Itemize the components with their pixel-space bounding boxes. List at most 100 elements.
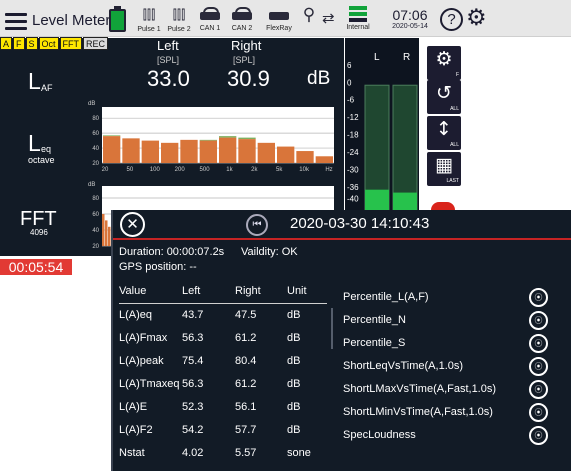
- gps-icon[interactable]: ⚲: [300, 5, 318, 33]
- result-dialog: ✕ ⏮ 2020-03-30 14:10:43 Duration: 00:00:…: [111, 210, 571, 471]
- range-all-button[interactable]: ↕ ALL: [427, 116, 461, 150]
- flexray-label: FlexRay: [266, 25, 292, 32]
- open-chart-icon[interactable]: ⦿: [529, 426, 548, 445]
- list-item[interactable]: Percentile_N ⦿: [343, 309, 553, 332]
- list-item[interactable]: Percentile_S ⦿: [343, 332, 553, 355]
- laf-left-value: 33.0: [147, 66, 190, 91]
- can1-indicator[interactable]: CAN 1: [196, 6, 224, 33]
- last-result-sub: LAST: [446, 178, 459, 184]
- storage-indicator[interactable]: Internal: [343, 6, 373, 31]
- y-axis-label: dB: [88, 182, 95, 188]
- menu-icon[interactable]: [5, 13, 27, 30]
- right-header: Right: [231, 38, 262, 53]
- list-item[interactable]: Percentile_L(A,F) ⦿: [343, 286, 553, 309]
- gear-icon: ⚙: [435, 48, 453, 70]
- close-button[interactable]: ✕: [120, 212, 145, 237]
- y-tick-label: 20: [92, 244, 99, 250]
- recording-timer: 00:05:54: [0, 259, 72, 275]
- clock: 07:06 2020-05-14: [387, 7, 433, 30]
- pulse-icon: ⫿⫿⫿: [172, 8, 186, 23]
- rewind-button[interactable]: ⏮: [246, 214, 268, 236]
- pulse2-indicator[interactable]: ⫿⫿⫿ Pulse 2: [164, 6, 194, 34]
- meter-tick-label: -40: [347, 194, 359, 203]
- last-result-button[interactable]: ▦ LAST: [427, 152, 461, 186]
- table-row: L(A)E 52.3 56.1 dB: [119, 395, 327, 418]
- can1-label: CAN 1: [199, 25, 221, 32]
- reset-icon: ↺: [436, 82, 452, 104]
- meter-tick-label: 0: [347, 78, 352, 87]
- left-unit: [SPL]: [157, 55, 180, 65]
- list-item-label: Percentile_L(A,F): [343, 291, 429, 303]
- bar-left: [161, 142, 179, 163]
- x-tick-label: 2k: [251, 167, 258, 173]
- y-tick-label: 20: [92, 161, 99, 167]
- table-row: L(A)Fmax 56.3 61.2 dB: [119, 326, 327, 349]
- meter-tick-label: 6: [347, 61, 352, 70]
- laf-unit: dB: [307, 68, 331, 89]
- leq-label: L: [28, 130, 41, 156]
- help-button[interactable]: ?: [440, 8, 463, 31]
- x-tick-label: Hz: [325, 167, 332, 173]
- cell-unit: dB: [287, 377, 301, 390]
- cell-right: 5.57: [235, 446, 257, 459]
- open-chart-icon[interactable]: ⦿: [529, 334, 548, 353]
- cell-value: L(A)E: [119, 400, 148, 413]
- cell-right: 80.4: [235, 354, 257, 367]
- open-chart-icon[interactable]: ⦿: [529, 403, 548, 422]
- open-chart-icon[interactable]: ⦿: [529, 311, 548, 330]
- open-chart-icon[interactable]: ⦿: [529, 288, 548, 307]
- results-table: Value Left Right Unit L(A)eq 43.7 47.5 dB L(…: [119, 285, 327, 464]
- record-button[interactable]: [431, 202, 455, 210]
- bar-left: [257, 142, 275, 163]
- flexray-indicator[interactable]: FlexRay: [262, 6, 296, 33]
- laf-right-value: 30.9: [227, 66, 270, 91]
- table-row: Nstat 4.02 5.57 sone: [119, 441, 327, 464]
- storage-label: Internal: [346, 24, 370, 31]
- meter-tick-label: -24: [347, 148, 359, 157]
- header-left: Left: [182, 285, 201, 297]
- table-row: L(A)peak 75.4 80.4 dB: [119, 349, 327, 372]
- cell-left: 43.7: [182, 308, 204, 321]
- bar-left: [141, 140, 159, 163]
- y-tick-label: 80: [92, 196, 99, 202]
- cell-left: 54.2: [182, 423, 204, 436]
- bar-left: [180, 139, 198, 163]
- list-scrollbar[interactable]: [331, 308, 333, 349]
- header-value: Value: [119, 285, 147, 297]
- list-item-label: Percentile_N: [343, 314, 406, 326]
- list-item-label: SpecLoudness: [343, 429, 416, 441]
- meter-tick-label: -36: [347, 183, 359, 192]
- settings-f-sub: F: [455, 72, 459, 78]
- cell-left: 56.3: [182, 377, 204, 390]
- bar-right: [238, 137, 256, 140]
- settings-icon[interactable]: ⚙: [466, 5, 487, 31]
- list-item[interactable]: ShortLeqVsTime(A,1.0s) ⦿: [343, 355, 553, 378]
- cell-right: 47.5: [235, 308, 257, 321]
- bar-left: [103, 136, 121, 163]
- meter-tick-label: -30: [347, 165, 359, 174]
- x-tick-label: 1k: [226, 167, 233, 173]
- list-item[interactable]: ShortLMinVsTime(A,Fast,1.0s) ⦿: [343, 401, 553, 424]
- bar-left: [122, 138, 140, 163]
- y-axis-label: dB: [88, 101, 95, 107]
- can2-indicator[interactable]: CAN 2: [226, 6, 258, 33]
- range-icon: ↕: [436, 118, 452, 140]
- list-item[interactable]: SpecLoudness ⦿: [343, 424, 553, 447]
- list-item[interactable]: ShortLMaxVsTime(A,Fast,1.0s) ⦿: [343, 378, 553, 401]
- open-chart-icon[interactable]: ⦿: [529, 380, 548, 399]
- open-chart-icon[interactable]: ⦿: [529, 357, 548, 376]
- reset-all-button[interactable]: ↺ ALL: [427, 80, 461, 114]
- pulse1-indicator[interactable]: ⫿⫿⫿ Pulse 1: [134, 6, 164, 34]
- x-tick-label: 200: [175, 167, 186, 173]
- lock-icon: [232, 7, 252, 20]
- dialog-header: ✕ ⏮ 2020-03-30 14:10:43: [113, 210, 571, 240]
- validity-text: Vaildity: OK: [241, 246, 298, 258]
- meter-tick-label: -12: [347, 113, 359, 122]
- list-item-label: ShortLeqVsTime(A,1.0s): [343, 360, 464, 372]
- flag-oct: Oct: [38, 37, 59, 50]
- usb-icon[interactable]: ⇄: [322, 9, 335, 27]
- side-toolbar: ⚙ F ↺ ALL ↕ ALL ▦ LAST: [419, 38, 469, 210]
- bar-right: [219, 136, 237, 138]
- meter-tick-label: -6: [347, 96, 355, 105]
- settings-f-button[interactable]: ⚙ F: [427, 46, 461, 80]
